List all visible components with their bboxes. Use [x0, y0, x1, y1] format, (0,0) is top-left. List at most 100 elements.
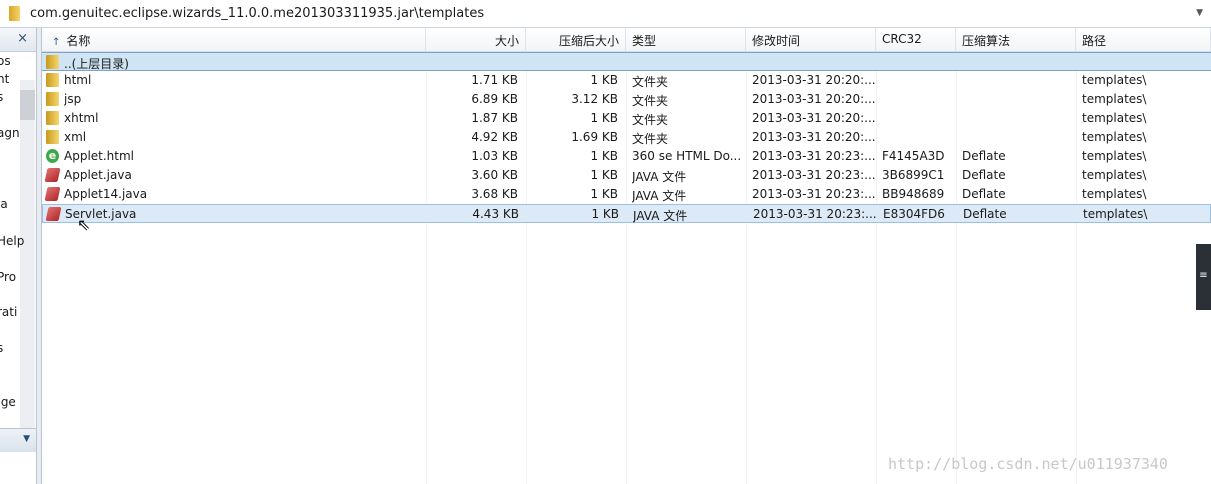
- table-row[interactable]: html 1.71 KB 1 KB 文件夹 2013-03-31 20:20:... te…: [42, 71, 1211, 90]
- cell-type: 360 se HTML Do...: [632, 149, 742, 163]
- left-pane-header: ×: [0, 28, 36, 52]
- cell-name: Applet14.java: [64, 187, 148, 201]
- table-row[interactable]: xml 4.92 KB 1.69 KB 文件夹 2013-03-31 20:20:...…: [42, 128, 1211, 147]
- cell-path: templates\: [1082, 168, 1147, 182]
- cell-mtime: 2013-03-31 20:20:...: [752, 73, 876, 87]
- cell-mtime: 2013-03-31 20:23:...: [753, 207, 877, 221]
- cell-size: 6.89 KB: [471, 92, 518, 106]
- tree-item[interactable]: ia: [0, 197, 8, 211]
- cell-name: Servlet.java: [65, 207, 137, 221]
- cell-path: templates\: [1082, 149, 1147, 163]
- cell-csize: 1 KB: [590, 111, 618, 125]
- table-row[interactable]: Applet.java 3.60 KB 1 KB JAVA 文件 2013-03-31 …: [42, 166, 1211, 185]
- folder-icon: [46, 92, 59, 106]
- cell-path: templates\: [1082, 187, 1147, 201]
- folder-icon: [46, 55, 59, 69]
- cell-type: JAVA 文件: [632, 189, 687, 203]
- scrollbar-thumb[interactable]: [20, 90, 35, 120]
- table-row[interactable]: xhtml 1.87 KB 1 KB 文件夹 2013-03-31 20:20:... t…: [42, 109, 1211, 128]
- cell-csize: 1 KB: [590, 187, 618, 201]
- address-bar[interactable]: com.genuitec.eclipse.wizards_11.0.0.me20…: [0, 0, 1211, 28]
- left-pane: × os nt s agn ia Help Pro rati s .ge ▼: [0, 28, 37, 484]
- cell-csize: 1.69 KB: [571, 130, 618, 144]
- cell-path: templates\: [1082, 73, 1147, 87]
- tree-item[interactable]: agn: [0, 126, 20, 140]
- table-row[interactable]: Servlet.java 4.43 KB 1 KB JAVA 文件 2013-03-31…: [42, 204, 1211, 223]
- cell-csize: 1 KB: [590, 168, 618, 182]
- cell-size: 1.03 KB: [471, 149, 518, 163]
- cell-crc: E8304FD6: [883, 207, 945, 221]
- column-header-name[interactable]: ↑ 名称: [42, 28, 426, 52]
- address-path[interactable]: com.genuitec.eclipse.wizards_11.0.0.me20…: [30, 6, 484, 21]
- scrollbar[interactable]: [20, 80, 35, 430]
- column-header-modified[interactable]: 修改时间: [746, 28, 876, 52]
- column-label: 名称: [66, 34, 91, 48]
- cell-crc: 3B6899C1: [882, 168, 945, 182]
- folder-icon: [9, 6, 20, 21]
- tree-item[interactable]: os: [0, 54, 11, 68]
- cell-type: 文件夹: [632, 75, 669, 89]
- mouse-cursor-icon: ⇖: [77, 215, 91, 234]
- chevron-down-icon[interactable]: ▼: [23, 434, 30, 444]
- java-file-icon: [44, 187, 61, 201]
- cell-algo: Deflate: [962, 168, 1006, 182]
- column-header-compressed-size[interactable]: 压缩后大小: [526, 28, 626, 52]
- java-file-icon: [45, 207, 62, 221]
- folder-icon: [46, 111, 59, 125]
- cell-path: templates\: [1083, 207, 1148, 221]
- cell-mtime: 2013-03-31 20:23:...: [752, 187, 876, 201]
- cell-mtime: 2013-03-31 20:20:...: [752, 130, 876, 144]
- cell-path: templates\: [1082, 130, 1147, 144]
- column-header-algorithm[interactable]: 压缩算法: [956, 28, 1076, 52]
- column-header-crc32[interactable]: CRC32: [876, 28, 956, 52]
- cell-type: JAVA 文件: [633, 209, 688, 223]
- tree-item[interactable]: Help: [0, 234, 24, 248]
- table-row[interactable]: jsp 6.89 KB 3.12 KB 文件夹 2013-03-31 20:20:...…: [42, 90, 1211, 109]
- tree-item[interactable]: Pro: [0, 270, 16, 284]
- close-icon[interactable]: ×: [17, 31, 28, 46]
- cell-crc: F4145A3D: [882, 149, 945, 163]
- cell-size: 4.43 KB: [472, 207, 519, 221]
- table-row[interactable]: e Applet.html 1.03 KB 1 KB 360 se HTML Do...…: [42, 147, 1211, 166]
- cell-csize: 1 KB: [591, 207, 619, 221]
- tree-item[interactable]: nt: [0, 72, 9, 86]
- cell-type: 文件夹: [632, 113, 669, 127]
- cell-crc: BB948689: [882, 187, 945, 201]
- chevron-down-icon[interactable]: ▼: [1196, 8, 1203, 18]
- side-tab-button[interactable]: ≡: [1196, 244, 1211, 310]
- cell-mtime: 2013-03-31 20:20:...: [752, 92, 876, 106]
- cell-name: jsp: [64, 92, 82, 106]
- menu-icon: ≡: [1199, 270, 1208, 281]
- cell-type: JAVA 文件: [632, 170, 687, 184]
- cell-name: Applet.java: [64, 168, 132, 182]
- file-table: ↑ 名称 大小 压缩后大小 类型 修改时间 CRC32 压缩算法 路径 ..(上层…: [42, 28, 1211, 484]
- cell-name: xhtml: [64, 111, 99, 125]
- watermark: http://blog.csdn.net/u011937340: [888, 455, 1168, 473]
- cell-size: 3.60 KB: [471, 168, 518, 182]
- table-row[interactable]: Applet14.java 3.68 KB 1 KB JAVA 文件 2013-03-3…: [42, 185, 1211, 204]
- cell-mtime: 2013-03-31 20:20:...: [752, 111, 876, 125]
- cell-type: 文件夹: [632, 132, 669, 146]
- cell-size: 3.68 KB: [471, 187, 518, 201]
- column-header-path[interactable]: 路径: [1076, 28, 1211, 52]
- cell-name: ..(上层目录): [64, 57, 129, 71]
- cell-size: 4.92 KB: [471, 130, 518, 144]
- folder-icon: [46, 73, 59, 87]
- table-row[interactable]: ..(上层目录): [42, 52, 1211, 71]
- cell-name: html: [64, 73, 92, 87]
- collapsed-panel-header[interactable]: ▼: [0, 428, 36, 452]
- cell-name: Applet.html: [64, 149, 135, 163]
- tree-item[interactable]: s: [0, 341, 3, 355]
- html-file-icon: e: [46, 149, 59, 163]
- column-header-size[interactable]: 大小: [426, 28, 526, 52]
- cell-algo: Deflate: [962, 187, 1006, 201]
- tree-item[interactable]: s: [0, 90, 3, 104]
- cell-size: 1.87 KB: [471, 111, 518, 125]
- java-file-icon: [44, 168, 61, 182]
- column-header-type[interactable]: 类型: [626, 28, 746, 52]
- tree-item[interactable]: rati: [0, 305, 17, 319]
- tree-item[interactable]: .ge: [0, 395, 16, 409]
- folder-icon: [46, 130, 59, 144]
- cell-path: templates\: [1082, 111, 1147, 125]
- cell-algo: Deflate: [963, 207, 1007, 221]
